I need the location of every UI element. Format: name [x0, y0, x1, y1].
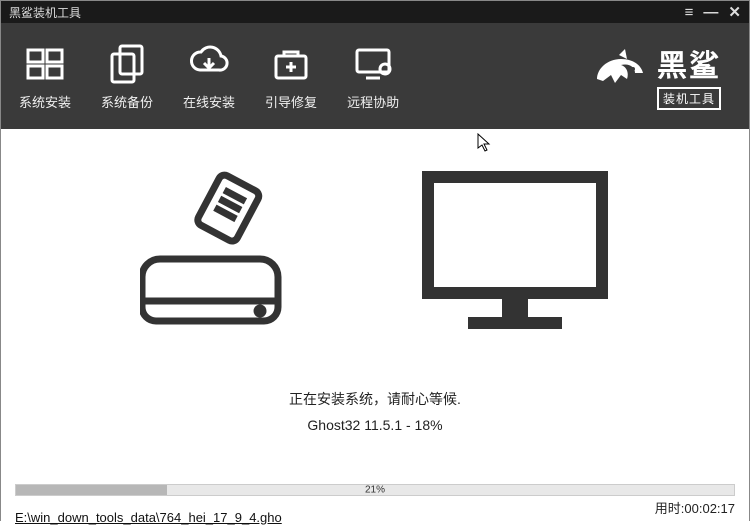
disk-file-icon: [140, 169, 300, 344]
elapsed-time: 用时:00:02:17: [655, 498, 735, 517]
window-title: 黑鲨装机工具: [9, 4, 81, 21]
progress-bar: 21%: [15, 484, 735, 496]
cloud-download-icon: [188, 42, 230, 84]
nav-item-install[interactable]: 系统安装: [19, 42, 71, 111]
brand-logo: 黑鲨 装机工具: [591, 41, 721, 110]
nav: 系统安装 系统备份 在线安装 引导修复 远程协助: [19, 42, 399, 111]
nav-label: 系统安装: [19, 92, 71, 111]
illustration: [1, 169, 749, 344]
brand-text: 黑鲨 装机工具: [657, 41, 721, 110]
content: 正在安装系统，请耐心等候. Ghost32 11.5.1 - 18% 21% 用…: [1, 129, 749, 522]
minimize-button[interactable]: —: [703, 5, 718, 20]
titlebar: 黑鲨装机工具 ≡ — ✕: [1, 1, 749, 23]
status-line-1: 正在安装系统，请耐心等候.: [1, 389, 749, 409]
nav-label: 引导修复: [265, 92, 317, 111]
window-controls: ≡ — ✕: [685, 5, 741, 20]
nav-item-bootfix[interactable]: 引导修复: [265, 42, 317, 111]
monitor-icon: [420, 169, 610, 344]
windows-install-icon: [24, 42, 66, 84]
boot-repair-icon: [270, 42, 312, 84]
status-text: 正在安装系统，请耐心等候. Ghost32 11.5.1 - 18%: [1, 389, 749, 441]
shark-icon: [591, 45, 647, 106]
nav-label: 在线安装: [183, 92, 235, 111]
nav-item-remote[interactable]: 远程协助: [347, 42, 399, 111]
menu-button[interactable]: ≡: [685, 5, 694, 20]
nav-label: 远程协助: [347, 92, 399, 111]
status-line-2: Ghost32 11.5.1 - 18%: [1, 417, 749, 433]
progress-area: 21% 用时:00:02:17 E:\win_down_tools_data\7…: [15, 484, 735, 496]
cursor-icon: [477, 133, 493, 158]
nav-item-online[interactable]: 在线安装: [183, 42, 235, 111]
backup-icon: [106, 42, 148, 84]
file-path: E:\win_down_tools_data\764_hei_17_9_4.gh…: [15, 510, 282, 525]
close-button[interactable]: ✕: [728, 5, 741, 20]
progress-label: 21%: [365, 485, 385, 496]
remote-assist-icon: [352, 42, 394, 84]
nav-item-backup[interactable]: 系统备份: [101, 42, 153, 111]
nav-label: 系统备份: [101, 92, 153, 111]
progress-fill: [16, 485, 167, 495]
brand-sub: 装机工具: [657, 87, 721, 110]
header: 系统安装 系统备份 在线安装 引导修复 远程协助: [1, 23, 749, 129]
brand-main: 黑鲨: [657, 41, 721, 85]
